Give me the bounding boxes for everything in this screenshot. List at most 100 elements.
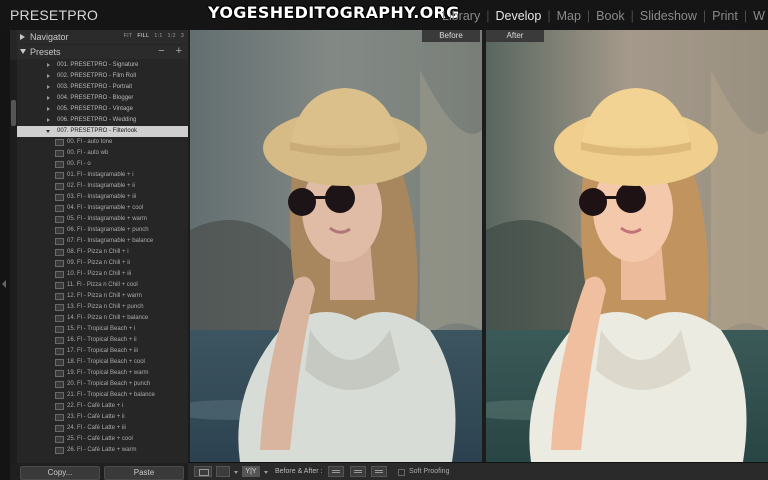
preset-icon [55,194,64,201]
copy-after-to-before-button[interactable] [350,466,366,477]
preset-icon [55,381,64,388]
preset-item[interactable]: 15. Fl - Tropical Beach + i [17,324,194,335]
zoom-option[interactable]: FIT [124,33,133,39]
preset-item[interactable]: 24. Fl - Café Latte + iii [17,423,194,434]
preset-item[interactable]: 25. Fl - Café Latte + cool [17,434,194,445]
preset-item[interactable]: 21. Fl - Tropical Beach + balance [17,390,194,401]
preset-item[interactable]: 08. Fl - Pizza n Chill + i [17,247,194,258]
preset-item[interactable]: 10. Fl - Pizza n Chill + iii [17,269,194,280]
swap-before-after-button[interactable] [371,466,387,477]
left-panel-edge[interactable] [0,30,10,480]
preset-item[interactable]: 02. Fl - Instagramable + ii [17,181,194,192]
preset-item-label: 25. Fl - Café Latte + cool [67,436,133,442]
preset-item-label: 07. Fl - Instagramable + balance [67,238,154,244]
preset-item[interactable]: 00. Fl - auto wb [17,148,194,159]
compare-view-button[interactable] [216,466,230,477]
after-photo[interactable]: After [486,30,768,462]
preset-item[interactable]: 19. Fl - Tropical Beach + warm [17,368,194,379]
preset-item-label: 20. Fl - Tropical Beach + punch [67,381,151,387]
preset-folder[interactable]: 005. PRESETPRO - Vintage [17,104,194,115]
module-separator: | [486,9,490,23]
module-slideshow[interactable]: Slideshow [640,9,697,23]
copy-button[interactable]: Copy... [20,466,100,480]
soft-proofing-checkbox[interactable] [398,469,405,476]
panel-scrollbar[interactable] [10,60,17,465]
preset-icon [55,139,64,146]
before-photo[interactable] [190,30,482,462]
panel-scrollbar-thumb[interactable] [11,100,16,126]
preset-item-label: 11. Fl - Pizza n Chill + cool [67,282,138,288]
presets-title: Presets [30,47,61,57]
collapse-left-arrow-icon[interactable] [2,280,6,288]
paste-button[interactable]: Paste [104,466,184,480]
preset-item[interactable]: 22. Fl - Café Latte + i [17,401,194,412]
module-separator: | [547,9,551,23]
preset-folder[interactable]: 003. PRESETPRO - Portrait [17,82,194,93]
preset-item[interactable]: 13. Fl - Pizza n Chill + punch [17,302,194,313]
collapsed-triangle-icon [47,107,50,111]
zoom-option[interactable]: 1:2 [167,33,175,39]
module-w[interactable]: W [753,9,765,23]
preset-icon [55,150,64,157]
preset-item[interactable]: 17. Fl - Tropical Beach + iii [17,346,194,357]
preset-item-label: 00. Fl - o [67,161,91,167]
preset-item[interactable]: 06. Fl - Instagramable + punch [17,225,194,236]
presets-header[interactable]: Presets − + [17,45,188,59]
remove-preset-button[interactable]: − [158,45,164,57]
preset-item[interactable]: 00. Fl - auto tone [17,137,194,148]
module-develop[interactable]: Develop [495,9,541,23]
preset-item-label: 26. Fl - Café Latte + warm [67,447,137,453]
preset-icon [55,271,64,278]
navigator-header[interactable]: Navigator FIT FILL 1:1 1:2 3 [17,30,188,44]
preset-item[interactable]: 20. Fl - Tropical Beach + punch [17,379,194,390]
preset-item[interactable]: 11. Fl - Pizza n Chill + cool [17,280,194,291]
preset-icon [55,447,64,454]
loupe-view-button[interactable] [194,466,212,477]
preset-item[interactable]: 16. Fl - Tropical Beach + ii [17,335,194,346]
preset-item[interactable]: 23. Fl - Café Latte + ii [17,412,194,423]
chevron-down-icon[interactable] [264,471,268,474]
copy-before-to-after-button[interactable] [328,466,344,477]
preset-folder[interactable]: 002. PRESETPRO - Film Roll [17,71,194,82]
zoom-option[interactable]: 3 [181,33,184,39]
zoom-option[interactable]: FILL [137,33,149,39]
preset-item-label: 12. Fl - Pizza n Chill + warm [67,293,142,299]
photo-compare-area: Before After [188,30,768,462]
preset-item[interactable]: 14. Fl - Pizza n Chill + balance [17,313,194,324]
preset-item-label: 04. Fl - Instagramable + cool [67,205,144,211]
before-after-view-button[interactable]: Y|Y [242,466,260,477]
preset-folder[interactable]: 006. PRESETPRO - Wedding [17,115,194,126]
preset-folder-label: 004. PRESETPRO - Blogger [57,95,134,101]
preset-folder[interactable]: 007. PRESETPRO - Filterlook [17,126,194,137]
preset-item-label: 19. Fl - Tropical Beach + warm [67,370,149,376]
chevron-down-icon[interactable] [234,471,238,474]
bottom-toolbar: Y|Y Before & After : Soft Proofing [188,462,768,480]
module-map[interactable]: Map [557,9,581,23]
preset-item-label: 00. Fl - auto wb [67,150,109,156]
preset-item[interactable]: 05. Fl - Instagramable + warm [17,214,194,225]
add-preset-button[interactable]: + [176,45,182,57]
preset-folder[interactable]: 004. PRESETPRO - Blogger [17,93,194,104]
preset-item[interactable]: 12. Fl - Pizza n Chill + warm [17,291,194,302]
before-label: Before [422,30,480,42]
preset-item-label: 02. Fl - Instagramable + ii [67,183,135,189]
preset-item-label: 03. Fl - Instagramable + iii [67,194,137,200]
collapsed-triangle-icon [47,85,50,89]
preset-item[interactable]: 00. Fl - o [17,159,194,170]
preset-item[interactable]: 07. Fl - Instagramable + balance [17,236,194,247]
module-book[interactable]: Book [596,9,625,23]
expanded-triangle-icon [20,49,26,54]
preset-item[interactable]: 04. Fl - Instagramable + cool [17,203,194,214]
preset-item[interactable]: 01. Fl - Instagramable + i [17,170,194,181]
preset-item-label: 14. Fl - Pizza n Chill + balance [67,315,149,321]
module-print[interactable]: Print [712,9,738,23]
preset-item[interactable]: 26. Fl - Café Latte + warm [17,445,194,456]
preset-folder[interactable]: 001. PRESETPRO - Signature [17,60,194,71]
preset-item[interactable]: 18. Fl - Tropical Beach + cool [17,357,194,368]
preset-icon [55,370,64,377]
module-library[interactable]: Library [442,9,480,23]
zoom-option[interactable]: 1:1 [154,33,162,39]
preset-icon [55,216,64,223]
preset-item[interactable]: 09. Fl - Pizza n Chill + ii [17,258,194,269]
preset-item[interactable]: 03. Fl - Instagramable + iii [17,192,194,203]
